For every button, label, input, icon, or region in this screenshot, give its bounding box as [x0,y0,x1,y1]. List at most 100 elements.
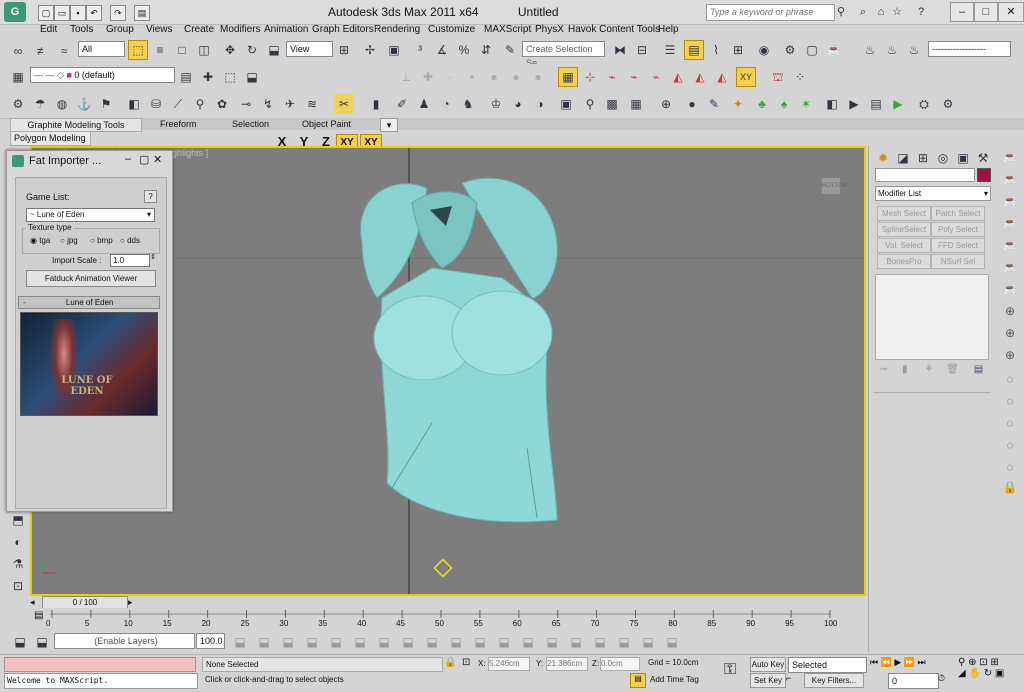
menu-rendering[interactable]: Rendering [374,24,420,35]
zoom-extents-all-icon[interactable]: ⊞ [990,657,998,668]
timeline-track[interactable]: ▤ 0 5 10 15 20 25 30 35 40 45 50 55 60 65 70 75 80 85 90 95… [30,608,868,630]
right-tool-icon-4[interactable]: ☕ [1001,216,1019,232]
create-layer-icon[interactable]: ▤ [176,67,196,87]
physx-icon-20[interactable]: ♞ [458,94,478,114]
y-coord-input[interactable]: 21.386cm [546,657,588,671]
fatduck-viewer-button[interactable]: Fatduck Animation Viewer [26,270,156,287]
menu-tools[interactable]: Tools [70,24,93,35]
close-button[interactable]: ✕ [998,2,1024,22]
fov-icon[interactable]: ◢ [958,668,966,679]
left-tool-icon-4[interactable]: ⊡ [8,576,28,596]
link-icon[interactable]: ∞ [8,41,28,61]
selection-filter-dropdown[interactable]: All [78,41,125,57]
snap-edge-icon[interactable]: ⌁ [646,67,666,87]
import-scale-input[interactable]: 1.0 [110,254,150,267]
nsurf-sel-button[interactable]: NSurf Sel [931,254,985,269]
layer-tool-icon-13[interactable]: ⬓ [470,632,490,652]
add-time-tag-button[interactable]: Add Time Tag [650,673,720,686]
physx-icon-14[interactable]: ≋ [302,94,322,114]
select-move-icon[interactable]: ✥ [220,40,240,60]
tab-polygon-modeling[interactable]: Polygon Modeling [10,131,91,146]
physx-icon-40[interactable]: ⚙ [938,94,958,114]
physx-icon-36[interactable]: ▶ [844,94,864,114]
tab-freeform[interactable]: Freeform [160,118,197,130]
save-file-icon[interactable]: ▪ [70,5,86,21]
havok-grid-icon[interactable]: ⁘ [790,67,810,87]
prev-frame-icon[interactable]: ◂ [30,597,40,607]
right-tool-icon-14[interactable]: ◌ [1001,438,1019,454]
dot-icon[interactable]: • [462,67,482,87]
physx-icon-13[interactable]: ✈ [280,94,300,114]
create-tab-icon[interactable]: ✹ [873,148,893,168]
redo-icon[interactable]: ↷ [110,5,126,21]
layer-tool-icon-7[interactable]: ⬓ [326,632,346,652]
game-list-dropdown[interactable]: ~ Lune of Eden ▾ [26,208,155,222]
favorites-star-icon[interactable]: ☆ [890,5,904,19]
modify-tab-icon[interactable]: ◪ [893,148,913,168]
selection-lock-icon[interactable]: 🔒 [444,657,456,669]
binoculars-icon[interactable]: ⚲ [834,5,848,19]
menu-graph-editors[interactable]: Graph Editors [312,24,374,35]
set-key-button[interactable]: Set Key [750,673,786,688]
ik-icon[interactable]: ⟂ [396,67,416,87]
menu-edit[interactable]: Edit [40,24,57,35]
physx-icon-23[interactable]: ◑ [530,94,550,114]
menu-create[interactable]: Create [184,24,214,35]
maximize-viewport-icon[interactable]: ▣ [995,668,1004,679]
physx-icon-31[interactable]: ✦ [728,94,748,114]
dot-small-icon[interactable]: · [440,67,460,87]
layer-tool-icon-1[interactable]: ⬓ [10,632,30,652]
render-teapot-icon[interactable]: ☕ [824,40,844,60]
snaps-toggle-icon[interactable]: ³ [410,40,430,60]
angle-snap-icon[interactable]: ∡ [432,40,452,60]
physx-icon-37[interactable]: ▤ [866,94,886,114]
physx-icon-4[interactable]: ⚓ [74,94,94,114]
key-filters-button[interactable]: Key Filters... [804,673,864,688]
snap-endpoint-icon[interactable]: ⌁ [602,67,622,87]
havok-teapot-icon[interactable]: ♨ [860,40,880,60]
layer-percent-input[interactable]: 100.0 [196,633,225,649]
fat-maximize-button[interactable]: ▢ [139,153,149,166]
window-crossing-icon[interactable]: ◫ [194,40,214,60]
layer-tool-icon-19[interactable]: ⬓ [614,632,634,652]
bonespro-button[interactable]: BonesPro [877,254,931,269]
physx-icon-33[interactable]: ♠ [774,94,794,114]
spinner-snap-icon[interactable]: ⇵ [476,40,496,60]
physx-icon-12[interactable]: ↯ [258,94,278,114]
physx-icon-6[interactable]: ◧ [124,94,144,114]
left-tool-icon-3[interactable]: ⚗ [8,554,28,574]
tab-object-paint[interactable]: Object Paint [302,118,351,130]
layer-tool-icon-12[interactable]: ⬓ [446,632,466,652]
select-scale-icon[interactable]: ⬓ [264,40,284,60]
object-name-input[interactable] [875,168,975,182]
maxscript-listener-mini[interactable] [4,657,196,672]
edit-named-selection-icon[interactable]: ✎ [500,40,520,60]
layer-tool-icon-4[interactable]: ⬓ [254,632,274,652]
ribbon-options-icon[interactable]: ▾ [380,118,398,132]
previous-frame-icon[interactable]: ⏪ [881,657,892,667]
right-tool-icon-12[interactable]: ◌ [1001,394,1019,410]
physx-icon-17[interactable]: ✐ [392,94,412,114]
sphere3-icon[interactable]: ● [528,67,548,87]
right-tool-icon-6[interactable]: ☕ [1001,260,1019,276]
radio-bmp[interactable]: ○ bmp [90,236,113,245]
snap-xy-icon[interactable]: XY [736,67,756,87]
menu-views[interactable]: Views [146,24,173,35]
right-tool-icon-1[interactable]: ☕ [1001,150,1019,166]
select-manipulate-icon[interactable]: ✢ [360,40,380,60]
project-folder-icon[interactable]: ▤ [134,5,150,21]
make-unique-icon[interactable]: ⚘ [924,364,933,375]
zoom-all-icon[interactable]: ⊕ [968,657,976,668]
pivot-center-icon[interactable]: ⊞ [334,40,354,60]
physx-icon-27[interactable]: ▦ [626,94,646,114]
display-tab-icon[interactable]: ▣ [953,148,973,168]
physx-icon-5[interactable]: ⚑ [96,94,116,114]
named-selection-set-dropdown[interactable]: Create Selection Se [522,41,605,68]
keyboard-shortcut-toggle-icon[interactable]: ▣ [384,40,404,60]
snap-pivot-icon[interactable]: ◭ [712,67,732,87]
right-tool-icon-11[interactable]: ◌ [1001,372,1019,388]
time-slider[interactable]: ◂ 0 / 100 ▸ [30,596,868,609]
rendered-frame-window-icon[interactable]: ▢ [802,40,822,60]
menu-customize[interactable]: Customize [428,24,475,35]
modifier-stack-list[interactable] [875,274,989,360]
